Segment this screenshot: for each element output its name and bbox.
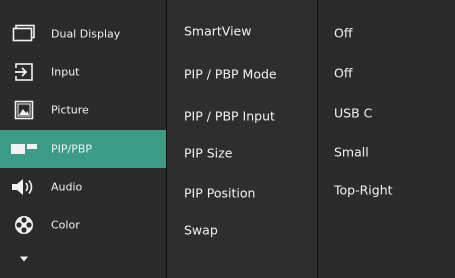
value-label: USB C [334, 105, 373, 121]
menu-label-dual-display: Dual Display [51, 27, 121, 41]
monitor-osd-menu: Dual Display Input Picture PIP/PBP Audio… [0, 0, 455, 278]
menu-item-pip-pbp[interactable]: PIP/PBP [0, 130, 167, 168]
color-icon [11, 214, 37, 236]
submenu-label: PIP / PBP Mode [184, 66, 277, 82]
value-pip-pbp-input[interactable]: USB C [318, 94, 455, 132]
submenu-item-smartview[interactable]: SmartView [167, 12, 318, 50]
menu-item-picture[interactable]: Picture [0, 91, 167, 129]
submenu-label: Swap [184, 222, 218, 238]
menu-label-pip-pbp: PIP/PBP [51, 142, 93, 156]
pip-pbp-submenu: SmartView PIP / PBP Mode PIP / PBP Input… [167, 0, 318, 278]
audio-icon [11, 176, 37, 198]
submenu-label: SmartView [184, 23, 252, 39]
value-smartview[interactable]: Off [318, 14, 455, 52]
submenu-label: PIP Size [184, 145, 233, 161]
dual-display-icon [11, 23, 37, 45]
picture-icon [11, 99, 37, 121]
submenu-item-swap[interactable]: Swap [167, 211, 318, 249]
value-label: Off [334, 25, 353, 41]
input-icon [11, 61, 37, 83]
menu-item-audio[interactable]: Audio [0, 168, 167, 206]
value-label: Small [334, 144, 369, 160]
menu-label-audio: Audio [51, 180, 83, 194]
value-pip-pbp-mode[interactable]: Off [318, 54, 455, 92]
value-pip-position[interactable]: Top-Right [318, 171, 455, 209]
menu-more-button[interactable] [0, 244, 167, 274]
main-menu: Dual Display Input Picture PIP/PBP Audio… [0, 0, 167, 278]
menu-item-dual-display[interactable]: Dual Display [0, 15, 167, 53]
submenu-item-pip-size[interactable]: PIP Size [167, 134, 318, 172]
menu-label-color: Color [51, 218, 80, 232]
value-pip-size[interactable]: Small [318, 133, 455, 171]
menu-label-picture: Picture [51, 103, 89, 117]
menu-item-input[interactable]: Input [0, 53, 167, 91]
submenu-item-pip-pbp-mode[interactable]: PIP / PBP Mode [167, 55, 318, 93]
submenu-label: PIP Position [184, 185, 256, 201]
value-label: Top-Right [334, 182, 393, 198]
value-label: Off [334, 65, 353, 81]
pip-pbp-icon [11, 138, 37, 160]
submenu-item-pip-pbp-input[interactable]: PIP / PBP Input [167, 97, 318, 135]
submenu-label: PIP / PBP Input [184, 108, 275, 124]
chevron-down-icon [11, 248, 37, 270]
submenu-item-pip-position[interactable]: PIP Position [167, 174, 318, 212]
setting-values: Off Off USB C Small Top-Right [318, 0, 455, 278]
menu-label-input: Input [51, 65, 80, 79]
menu-item-color[interactable]: Color [0, 206, 167, 244]
